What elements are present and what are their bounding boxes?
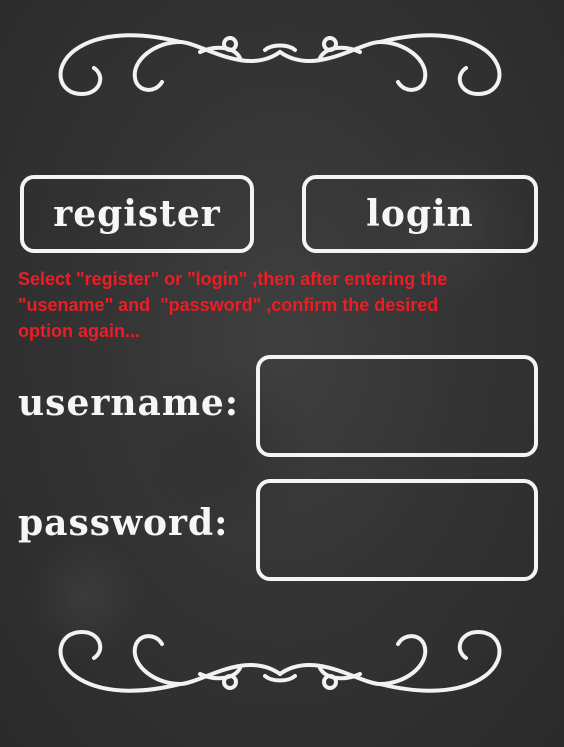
username-input[interactable] bbox=[256, 355, 538, 457]
login-button[interactable]: login bbox=[302, 175, 538, 253]
register-button[interactable]: register bbox=[20, 175, 254, 253]
instruction-text: Select "register" or "login" ,then after… bbox=[18, 266, 548, 344]
password-label: password: bbox=[18, 502, 229, 544]
instruction-line-1: Select "register" or "login" ,then after… bbox=[18, 269, 448, 289]
bottom-flourish-ornament-icon bbox=[58, 629, 502, 693]
instruction-line-2: "usename" and "password" ,confirm the de… bbox=[18, 295, 439, 315]
instruction-line-3: option again... bbox=[18, 321, 140, 341]
top-flourish-ornament-icon bbox=[58, 33, 502, 97]
username-label: username: bbox=[18, 382, 240, 424]
password-input[interactable] bbox=[256, 479, 538, 581]
